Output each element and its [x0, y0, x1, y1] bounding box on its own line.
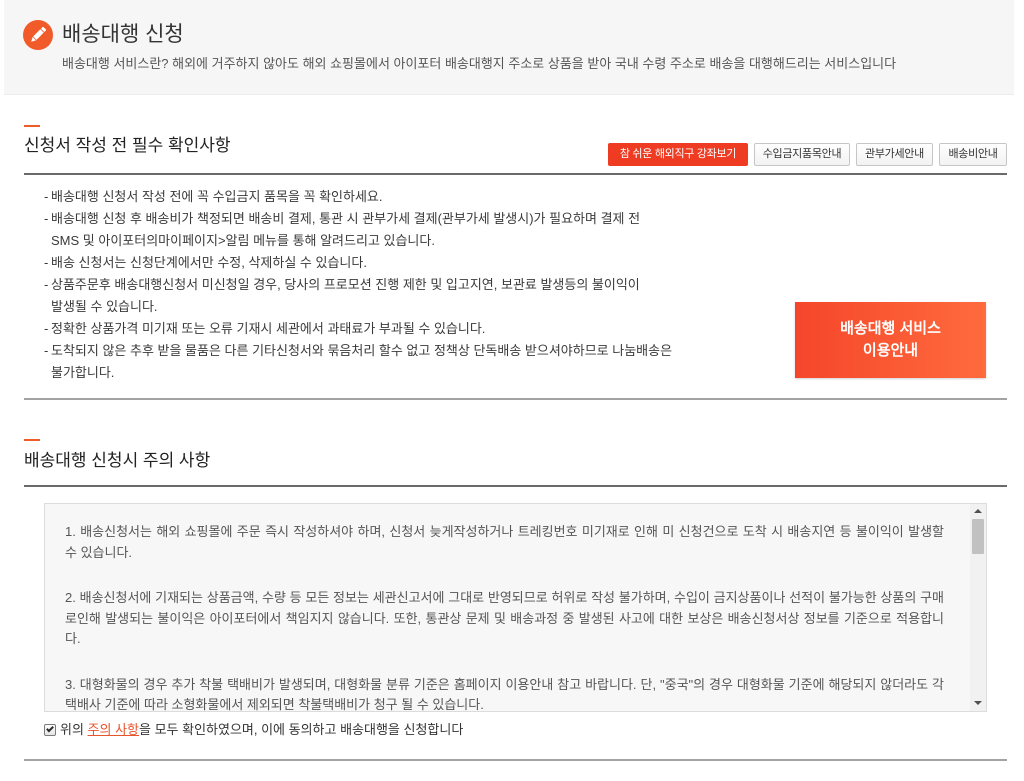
checklist-section: 신청서 작성 전 필수 확인사항 참 쉬운 해외직구 강좌보기 수입금지품목안내…: [24, 118, 1007, 400]
service-guide-button[interactable]: 배송대행 서비스 이용안내: [795, 302, 986, 378]
page-subtitle: 배송대행 서비스란? 해외에 거주하지 않아도 해외 쇼핑몰에서 아이포터 배송…: [62, 56, 897, 71]
scroll-up-button[interactable]: [970, 504, 986, 519]
agreement-text-after: 을 모두 확인하였으며, 이에 동의하고 배송대행을 신청합니다: [139, 722, 464, 737]
agreement-label: 위의 주의 사항을 모두 확인하였으며, 이에 동의하고 배송대행을 신청합니다: [60, 722, 463, 738]
list-item-text: 상품주문후 배송대행신청서 미신청일 경우, 당사의 프로모션 진행 제한 및 …: [51, 277, 640, 314]
guide-button-group: 참 쉬운 해외직구 강좌보기 수입금지품목안내 관부가세안내 배송비안내: [608, 143, 1007, 166]
agree-checkbox[interactable]: [44, 724, 56, 736]
section-accent-dash: [24, 125, 40, 127]
scrollbar[interactable]: [970, 504, 986, 711]
pencil-icon: [23, 20, 53, 50]
list-item-text: 배송대행 신청 후 배송비가 책정되면 배송비 결제, 통관 시 관부가세 결제…: [51, 211, 641, 248]
arrow-down-icon: [974, 701, 982, 705]
bullet-marker: -: [44, 343, 49, 358]
bottom-divider: [24, 759, 1007, 761]
scroll-down-button[interactable]: [970, 696, 986, 711]
checklist: - 배송대행 신청서 작성 전에 꼭 수입금지 품목을 꼭 확인하세요. - 배송대…: [44, 186, 785, 394]
heading-underline: [24, 173, 1007, 175]
bullet-marker: -: [44, 255, 49, 270]
list-item: - 상품주문후 배송대행신청서 미신청일 경우, 당사의 프로모션 진행 제한 및…: [44, 274, 785, 318]
notice-paragraph: 2. 배송신청서에 기재되는 상품금액, 수량 등 모든 정보는 세관신고서에 …: [65, 590, 944, 646]
list-item: - 배송대행 신청 후 배송비가 책정되면 배송비 결제, 통관 시 관부가세 결…: [44, 208, 785, 252]
scrollbar-thumb[interactable]: [972, 519, 984, 554]
bullet-marker: -: [44, 277, 49, 292]
bullet-marker: -: [44, 211, 49, 226]
notice-paragraph: 1. 배송신청서는 해외 쇼핑몰에 주문 즉시 작성하셔야 하며, 신청서 늦게…: [65, 524, 944, 560]
list-item: - 배송 신청서는 신청단계에서만 수정, 삭제하실 수 있습니다.: [44, 252, 785, 274]
section-divider: [24, 398, 1007, 400]
heading-underline: [24, 485, 1007, 487]
list-item-text: 배송대행 신청서 작성 전에 꼭 수입금지 품목을 꼭 확인하세요.: [51, 189, 383, 204]
notice-scroll-box[interactable]: 1. 배송신청서는 해외 쇼핑몰에 주문 즉시 작성하셔야 하며, 신청서 늦게…: [44, 503, 987, 712]
page-header: 배송대행 신청 배송대행 서비스란? 해외에 거주하지 않아도 해외 쇼핑몰에서…: [4, 0, 1014, 95]
bullet-marker: -: [44, 189, 49, 204]
list-item-text: 배송 신청서는 신청단계에서만 수정, 삭제하실 수 있습니다.: [51, 255, 367, 270]
notice-heading: 배송대행 신청시 주의 사항: [24, 451, 211, 470]
bullet-marker: -: [44, 321, 49, 336]
checklist-heading: 신청서 작성 전 필수 확인사항: [24, 136, 231, 155]
list-item-text: 정확한 상품가격 미기재 또는 오류 기재시 세관에서 과태료가 부과될 수 있…: [51, 321, 486, 336]
notice-content: 1. 배송신청서는 해외 쇼핑몰에 주문 즉시 작성하셔야 하며, 신청서 늦게…: [65, 522, 944, 712]
course-button[interactable]: 참 쉬운 해외직구 강좌보기: [608, 143, 748, 166]
customs-tax-button[interactable]: 관부가세안내: [856, 143, 933, 166]
prohibited-items-button[interactable]: 수입금지품목안내: [754, 143, 850, 166]
notice-section: 배송대행 신청시 주의 사항 1. 배송신청서는 해외 쇼핑몰에 주문 즉시 작…: [24, 432, 1007, 761]
agreement-row[interactable]: 위의 주의 사항을 모두 확인하였으며, 이에 동의하고 배송대행을 신청합니다: [44, 722, 944, 738]
page-title: 배송대행 신청: [62, 23, 184, 46]
shipping-fee-button[interactable]: 배송비안내: [939, 143, 1007, 166]
section-accent-dash: [24, 439, 40, 441]
list-item: - 배송대행 신청서 작성 전에 꼭 수입금지 품목을 꼭 확인하세요.: [44, 186, 785, 208]
list-item-text: 도착되지 않은 추후 받을 물품은 다른 기타신청서와 묶음처리 할수 없고 정…: [51, 343, 673, 380]
list-item: - 정확한 상품가격 미기재 또는 오류 기재시 세관에서 과태료가 부과될 수 …: [44, 318, 785, 340]
agreement-text-before: 위의: [60, 722, 88, 737]
checkmark-icon: [46, 724, 54, 733]
notice-link[interactable]: 주의 사항: [88, 722, 139, 737]
notice-paragraph: 3. 대형화물의 경우 추가 착불 택배비가 발생되며, 대형화물 분류 기준은…: [65, 676, 944, 712]
service-guide-button-line1: 배송대행 서비스: [840, 320, 941, 337]
list-item: - 도착되지 않은 추후 받을 물품은 다른 기타신청서와 묶음처리 할수 없고 …: [44, 340, 785, 384]
arrow-up-icon: [974, 509, 982, 513]
service-guide-button-line2: 이용안내: [862, 342, 919, 359]
